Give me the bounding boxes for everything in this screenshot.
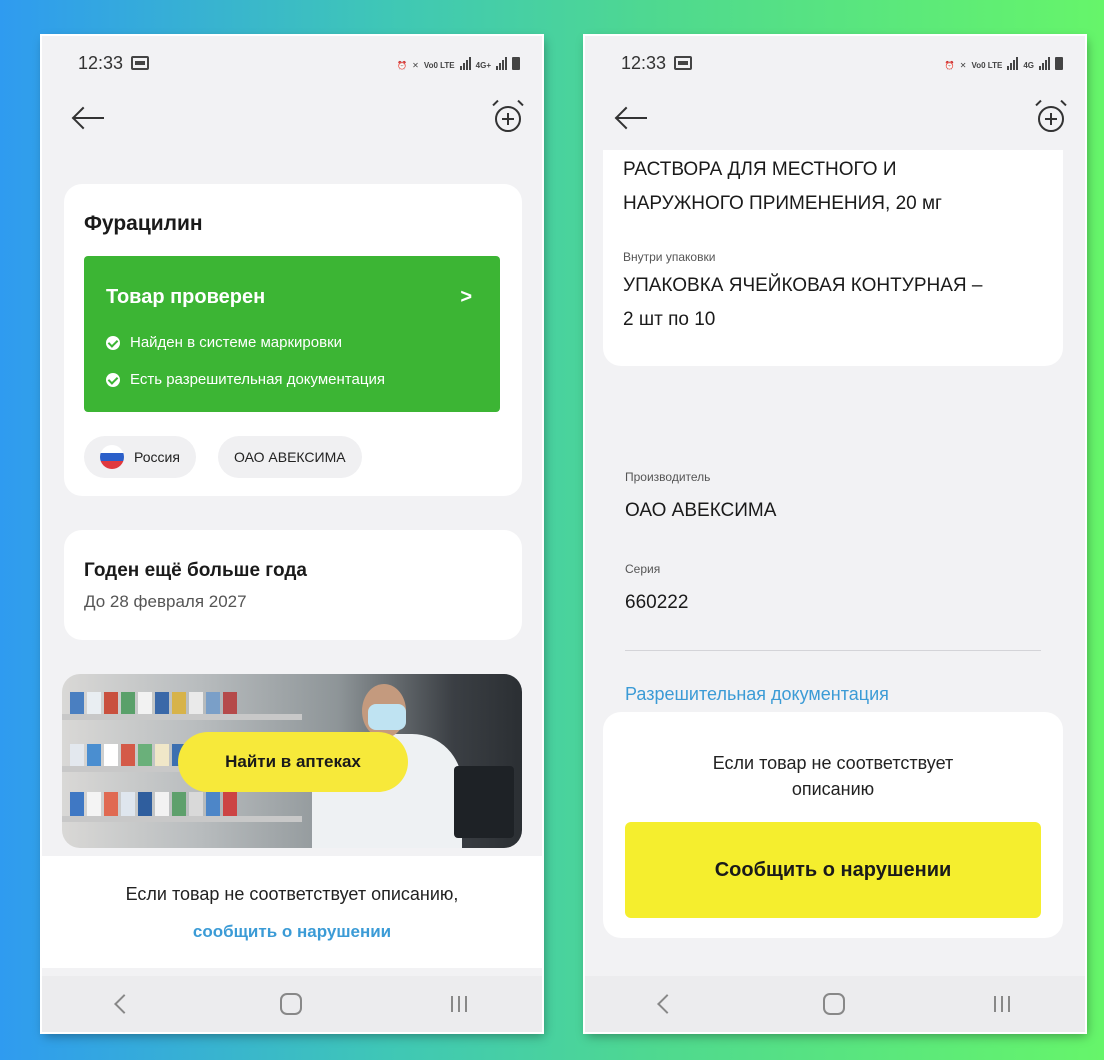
signal-icon: [1007, 57, 1019, 70]
verified-item: Есть разрешительная документация: [106, 371, 385, 388]
signal-icon-2: [496, 57, 507, 70]
system-nav-bar: [585, 976, 1085, 1032]
report-section: Если товар не соответствует описанию, со…: [42, 856, 542, 968]
status-time: 12:33: [621, 52, 667, 73]
expiry-date: До 28 февраля 2027: [84, 592, 247, 611]
series-value: 660222: [625, 592, 689, 613]
network-type-icon: 4G+: [475, 61, 491, 70]
find-in-pharmacies-button[interactable]: Найти в аптеках: [178, 732, 408, 792]
nav-recents-icon[interactable]: [994, 996, 1011, 1012]
verified-title: Товар проверен: [106, 286, 266, 308]
nav-back-icon[interactable]: [656, 994, 677, 1014]
chevron-right-icon: >: [460, 286, 472, 308]
nav-home-icon[interactable]: [279, 993, 302, 1015]
status-icons: ⏰ ✕ Vo0 LTE 4G+: [397, 56, 520, 70]
russia-flag-icon: [100, 445, 124, 469]
network-type-icon: 4G: [1023, 61, 1034, 70]
inside-package-label: Внутри упаковки: [623, 250, 716, 264]
top-bar: [42, 96, 542, 140]
inside-package-line1: УПАКОВКА ЯЧЕЙКОВАЯ КОНТУРНАЯ –: [623, 275, 983, 296]
top-bar: [585, 96, 1085, 140]
product-card: Фурацилин Товар проверен > Найден в сист…: [64, 184, 522, 496]
permit-documents-link[interactable]: Разрешительная документация: [625, 684, 889, 705]
alarm-status-icon: ⏰: [944, 61, 955, 70]
expiry-title: Годен ещё больше года: [84, 560, 307, 581]
report-card: Если товар не соответствует описанию Соо…: [603, 712, 1063, 938]
check-circle-icon: [106, 335, 120, 350]
status-icons: ⏰ ✕ Vo0 LTE 4G: [945, 56, 1063, 70]
verified-banner[interactable]: Товар проверен > Найден в системе маркир…: [84, 256, 500, 412]
left-phone-screen: 12:33 ⏰ ✕ Vo0 LTE 4G+ Фурацилин Товар пр…: [42, 36, 542, 1032]
product-title: Фурацилин: [84, 212, 203, 235]
manufacturer-chip[interactable]: ОАО АВЕКСИМА: [218, 436, 362, 478]
check-circle-icon: [106, 372, 120, 387]
back-arrow-icon[interactable]: [615, 106, 649, 130]
expiry-card: Годен ещё больше года До 28 февраля 2027: [64, 530, 522, 640]
dosage-form-line2: НАРУЖНОГО ПРИМЕНЕНИЯ, 20 мг: [623, 193, 942, 214]
volte-icon: Vo0 LTE: [423, 61, 455, 70]
nav-back-icon[interactable]: [113, 994, 134, 1014]
verified-item: Найден в системе маркировки: [106, 334, 342, 351]
volte-icon: Vo0 LTE: [971, 61, 1003, 70]
status-bar: 12:33 ⏰ ✕ Vo0 LTE 4G+: [42, 36, 542, 90]
system-nav-bar: [42, 976, 542, 1032]
report-violation-button[interactable]: Сообщить о нарушении: [625, 822, 1041, 918]
status-bar: 12:33 ⏰ ✕ Vo0 LTE 4G: [585, 36, 1085, 90]
add-reminder-icon[interactable]: [1035, 99, 1067, 134]
gallery-notification-icon: [674, 56, 693, 70]
country-chip[interactable]: Россия: [84, 436, 196, 478]
report-hint: Если товар не соответствует описанию,: [125, 884, 459, 904]
nav-home-icon[interactable]: [822, 993, 845, 1015]
right-phone-screen: 12:33 ⏰ ✕ Vo0 LTE 4G РАСТВОРА ДЛЯ МЕСТНО…: [585, 36, 1085, 1032]
mute-icon: ✕: [412, 61, 419, 70]
report-violation-link[interactable]: сообщить о нарушении: [42, 922, 542, 942]
back-arrow-icon[interactable]: [72, 106, 106, 130]
battery-icon: [512, 57, 520, 70]
alarm-status-icon: ⏰: [397, 61, 408, 70]
series-label: Серия: [625, 562, 661, 576]
mute-icon: ✕: [959, 61, 967, 70]
pharmacy-banner-image: Найти в аптеках: [62, 674, 522, 848]
gallery-notification-icon: [131, 56, 150, 70]
manufacturer-label: Производитель: [625, 470, 711, 484]
inside-package-line2: 2 шт по 10: [623, 309, 716, 330]
signal-icon: [459, 57, 471, 70]
manufacturer-value: ОАО АВЕКСИМА: [625, 500, 777, 521]
package-info-card: РАСТВОРА ДЛЯ МЕСТНОГО И НАРУЖНОГО ПРИМЕН…: [603, 150, 1063, 366]
status-time: 12:33: [78, 52, 124, 73]
dosage-form-line1: РАСТВОРА ДЛЯ МЕСТНОГО И: [623, 159, 897, 180]
signal-icon-2: [1039, 57, 1050, 70]
divider: [625, 650, 1041, 651]
nav-recents-icon[interactable]: [451, 996, 468, 1012]
report-hint: Если товар не соответствует описанию: [712, 753, 954, 799]
add-reminder-icon[interactable]: [492, 99, 524, 134]
battery-icon: [1055, 57, 1063, 70]
